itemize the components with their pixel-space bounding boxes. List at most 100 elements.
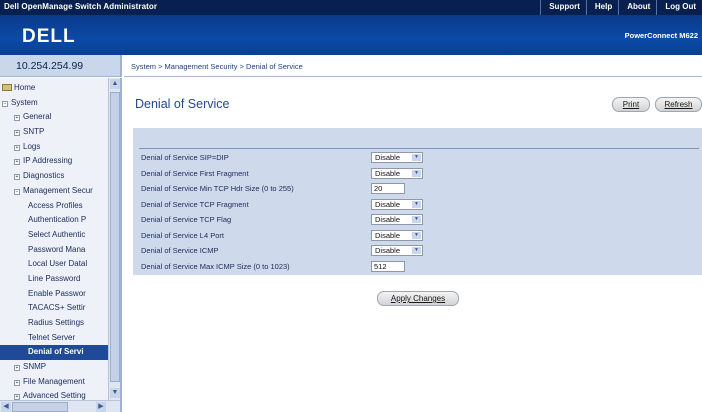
sidebar-item-label: Access Profiles	[28, 200, 83, 210]
breadcrumb-bar: System > Management Security > Denial of…	[124, 55, 702, 77]
select-value: Disable	[375, 246, 401, 255]
sidebar-item[interactable]: + Diagnostics	[0, 169, 108, 184]
setting-row: Denial of Service ICMP Disable ▼	[141, 245, 701, 257]
sidebar-item-label: Select Authentic	[28, 229, 86, 239]
setting-input[interactable]: 512	[371, 260, 405, 272]
expand-icon[interactable]: +	[14, 159, 20, 166]
sidebar-item-label: Enable Passwor	[28, 288, 86, 298]
about-link[interactable]: About	[618, 0, 656, 15]
setting-row: Denial of Service SIP=DIP Disable ▼	[141, 152, 701, 164]
chevron-down-icon[interactable]: ▼	[412, 154, 421, 161]
print-button[interactable]: Print	[612, 97, 650, 112]
sidebar-item[interactable]: Local User Datal	[0, 257, 108, 272]
collapse-icon[interactable]: −	[14, 188, 20, 195]
ip-address: 10.254.254.99	[16, 60, 84, 72]
support-link[interactable]: Support	[540, 0, 586, 15]
sidebar-item-label: Authentication P	[28, 215, 87, 225]
setting-label: Denial of Service L4 Port	[141, 230, 224, 240]
setting-row: Denial of Service Max ICMP Size (0 to 10…	[141, 260, 701, 273]
sidebar-item[interactable]: Radius Settings	[0, 316, 108, 331]
sidebar-item[interactable]: − System	[0, 96, 108, 111]
chevron-down-icon[interactable]: ▼	[412, 216, 421, 223]
setting-select[interactable]: Disable ▼	[371, 152, 423, 163]
sidebar-item[interactable]: − Management Secur	[0, 184, 108, 199]
chevron-down-icon[interactable]: ▼	[412, 231, 421, 239]
select-value: Disable	[375, 215, 401, 224]
expand-icon[interactable]: +	[14, 130, 20, 137]
sidebar-item-label: Diagnostics	[23, 171, 65, 181]
sidebar-item[interactable]: Denial of Servi	[0, 345, 108, 361]
sidebar-item-label: Local User Datal	[28, 259, 88, 269]
help-link[interactable]: Help	[585, 0, 618, 15]
logout-link[interactable]: Log Out	[656, 0, 702, 15]
sidebar-item[interactable]: + IP Addressing	[0, 154, 108, 169]
scroll-right-icon[interactable]: ▶	[96, 402, 106, 412]
setting-label: Denial of Service TCP Fragment	[141, 199, 249, 209]
setting-row: Denial of Service TCP Flag Disable ▼	[141, 214, 701, 226]
sidebar-item[interactable]: + SNTP	[0, 125, 108, 140]
expand-icon[interactable]: +	[14, 115, 20, 122]
refresh-button[interactable]: Refresh	[655, 97, 702, 112]
sidebar-item-label: Telnet Server	[28, 332, 76, 342]
setting-input[interactable]: 20	[371, 183, 405, 194]
setting-label: Denial of Service First Fragment	[141, 168, 249, 178]
hscroll-thumb[interactable]	[12, 402, 68, 412]
sidebar-item[interactable]: Line Password	[0, 272, 108, 287]
setting-row: Denial of Service Min TCP Hdr Size (0 to…	[141, 183, 701, 195]
setting-select[interactable]: Disable ▼	[371, 214, 423, 225]
sidebar-item[interactable]: + Logs	[0, 140, 108, 155]
app-title: Dell OpenManage Switch Administrator	[4, 2, 158, 11]
sidebar-item[interactable]: TACACS+ Settir	[0, 301, 108, 316]
sidebar-item[interactable]: Access Profiles	[0, 199, 108, 214]
sidebar-horizontal-scrollbar[interactable]: ◀ ▶	[0, 400, 120, 412]
sidebar-item-label: SNTP	[23, 127, 45, 137]
sidebar-item[interactable]: Telnet Server	[0, 331, 108, 346]
select-value: Disable	[375, 168, 401, 178]
scroll-down-icon[interactable]: ▼	[110, 388, 120, 398]
select-value: Disable	[375, 230, 401, 240]
setting-select[interactable]: Disable ▼	[371, 198, 423, 210]
setting-select[interactable]: Disable ▼	[371, 229, 423, 241]
nav-tree: Home − System + General + SNTP + Logs + IP Address…	[0, 81, 108, 404]
chevron-down-icon[interactable]: ▼	[412, 200, 421, 208]
setting-row: Denial of Service TCP Fragment Disable ▼	[141, 198, 701, 211]
scroll-thumb[interactable]	[110, 92, 120, 382]
sidebar-item[interactable]: Password Mana	[0, 243, 108, 258]
top-nav: Support Help About Log Out	[540, 0, 702, 15]
sidebar-item[interactable]: Home	[0, 81, 108, 96]
sidebar-item[interactable]: Authentication P	[0, 213, 108, 228]
sidebar-item[interactable]: + General	[0, 110, 108, 125]
setting-label: Denial of Service TCP Flag	[141, 215, 232, 224]
setting-select[interactable]: Disable ▼	[371, 167, 423, 179]
sidebar-item-label: General	[23, 112, 52, 122]
expand-icon[interactable]: +	[14, 365, 20, 372]
sidebar-item-label: System	[11, 97, 38, 107]
select-value: Disable	[375, 199, 401, 209]
sidebar-vertical-scrollbar[interactable]: ▲ ▼	[108, 78, 120, 400]
setting-row: Denial of Service L4 Port Disable ▼	[141, 229, 701, 242]
sidebar-item-label: Line Password	[28, 273, 81, 283]
chevron-down-icon[interactable]: ▼	[412, 247, 421, 254]
expand-icon[interactable]: +	[14, 174, 20, 181]
breadcrumb: System > Management Security > Denial of…	[131, 62, 303, 71]
expand-icon[interactable]: +	[14, 379, 20, 386]
sidebar: Home − System + General + SNTP + Logs + IP Address…	[0, 78, 122, 412]
sidebar-item-label: IP Addressing	[23, 156, 73, 166]
scroll-left-icon[interactable]: ◀	[1, 402, 11, 412]
scroll-up-icon[interactable]: ▲	[110, 79, 120, 89]
apply-changes-button[interactable]: Apply Changes	[377, 291, 459, 306]
sidebar-item-label: SNMP	[23, 362, 47, 372]
sidebar-item[interactable]: Enable Passwor	[0, 287, 108, 302]
collapse-icon[interactable]: −	[2, 100, 8, 107]
expand-icon[interactable]: +	[14, 144, 20, 151]
dell-logo: DELL	[22, 26, 76, 46]
setting-label: Denial of Service SIP=DIP	[141, 153, 229, 162]
setting-select[interactable]: Disable ▼	[371, 245, 423, 256]
chevron-down-icon[interactable]: ▼	[412, 169, 421, 177]
sidebar-item[interactable]: + SNMP	[0, 360, 108, 375]
dell-logo-text: DELL	[22, 26, 76, 46]
sidebar-item[interactable]: Select Authentic	[0, 228, 108, 243]
sidebar-item-label: Radius Settings	[28, 318, 85, 327]
sidebar-item[interactable]: + File Management	[0, 375, 108, 390]
page-title: Denial of Service	[135, 97, 230, 111]
